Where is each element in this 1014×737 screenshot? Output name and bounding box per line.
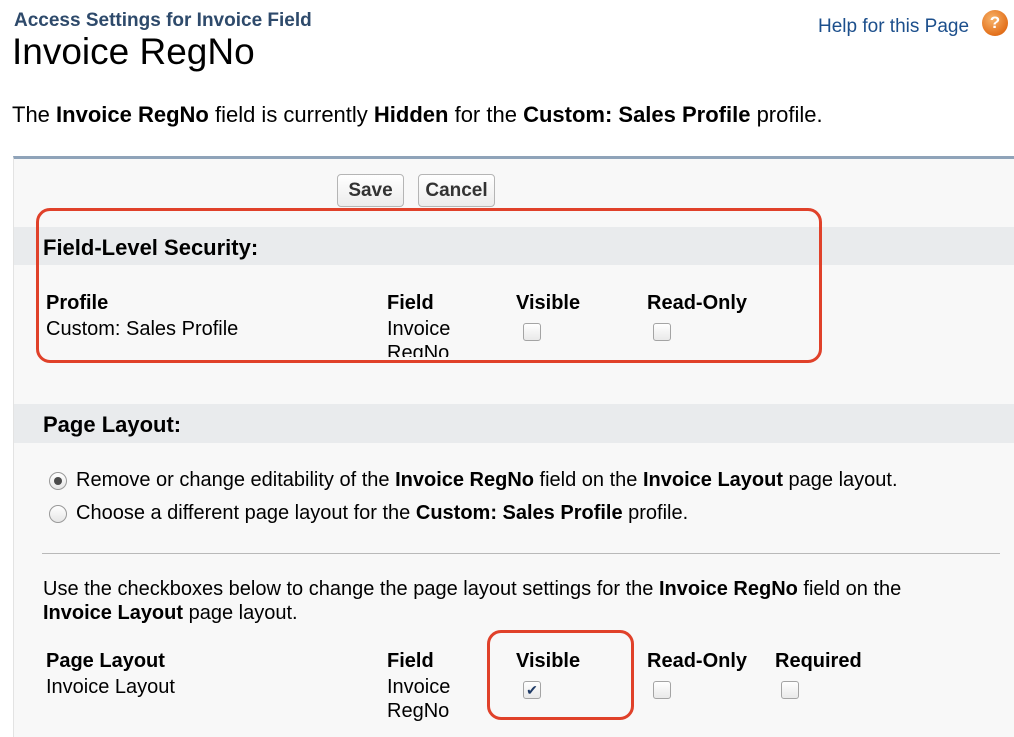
layout-col-readonly: Read-Only — [647, 650, 748, 672]
layout-col-page-layout: Page Layout — [46, 650, 165, 672]
radio-selected-dot — [54, 477, 62, 485]
page-subtitle: Access Settings for Invoice Field — [14, 10, 312, 31]
visible-highlight-annotation — [487, 630, 634, 720]
section-divider — [42, 553, 1000, 554]
intro-text: The — [12, 102, 57, 127]
radio-change-layout-label[interactable]: Remove or change editability of the Invo… — [76, 469, 898, 492]
radio-different-layout[interactable] — [49, 505, 67, 523]
layout-required-checkbox[interactable] — [781, 681, 799, 699]
status-sentence: The Invoice RegNo field is currently Hid… — [12, 102, 823, 128]
page-title: Invoice RegNo — [12, 31, 255, 72]
intro-profile-name: Custom: Sales Profile — [523, 102, 751, 127]
radio-profile-name: Custom: Sales Profile — [415, 502, 623, 524]
intro-text: for the — [448, 102, 524, 127]
instructions-text: field on the — [797, 578, 902, 600]
layout-readonly-checkbox[interactable] — [653, 681, 671, 699]
instructions-text: page layout. — [183, 602, 298, 624]
radio-text: Choose a different page layout for the — [76, 502, 416, 524]
layout-section-title: Page Layout: — [43, 412, 182, 437]
radio-layout-name: Invoice Layout — [642, 469, 783, 491]
instructions-text: Use the checkboxes below to change the p… — [43, 578, 659, 600]
intro-text: profile. — [750, 102, 823, 127]
instructions-layout-name: Invoice Layout — [43, 602, 184, 624]
intro-field-name: Invoice RegNo — [56, 102, 209, 127]
fls-highlight-annotation — [36, 208, 822, 363]
layout-instructions-line1: Use the checkboxes below to change the p… — [43, 578, 901, 601]
radio-change-layout[interactable] — [49, 472, 67, 490]
cancel-button[interactable]: Cancel — [418, 174, 495, 207]
layout-col-field: Field — [387, 650, 434, 672]
save-button[interactable]: Save — [337, 174, 404, 207]
intro-text: field is currently — [208, 102, 374, 127]
layout-field-value-line2: RegNo — [387, 700, 450, 722]
question-circle-icon[interactable]: ? — [982, 10, 1008, 36]
layout-name-value: Invoice Layout — [46, 676, 175, 698]
help-link[interactable]: Help for this Page — [818, 16, 969, 38]
radio-different-layout-label[interactable]: Choose a different page layout for the C… — [76, 502, 688, 525]
radio-text: page layout. — [783, 469, 898, 491]
intro-status: Hidden — [373, 102, 449, 127]
layout-instructions-line2: Invoice Layout page layout. — [43, 602, 298, 625]
layout-col-required: Required — [775, 650, 862, 672]
radio-text: field on the — [534, 469, 643, 491]
radio-text: Remove or change editability of the — [76, 469, 396, 491]
radio-field-name: Invoice RegNo — [395, 469, 534, 491]
instructions-field-name: Invoice RegNo — [658, 578, 798, 600]
radio-text: profile. — [622, 502, 689, 524]
layout-field-value-line1: Invoice — [387, 676, 451, 698]
